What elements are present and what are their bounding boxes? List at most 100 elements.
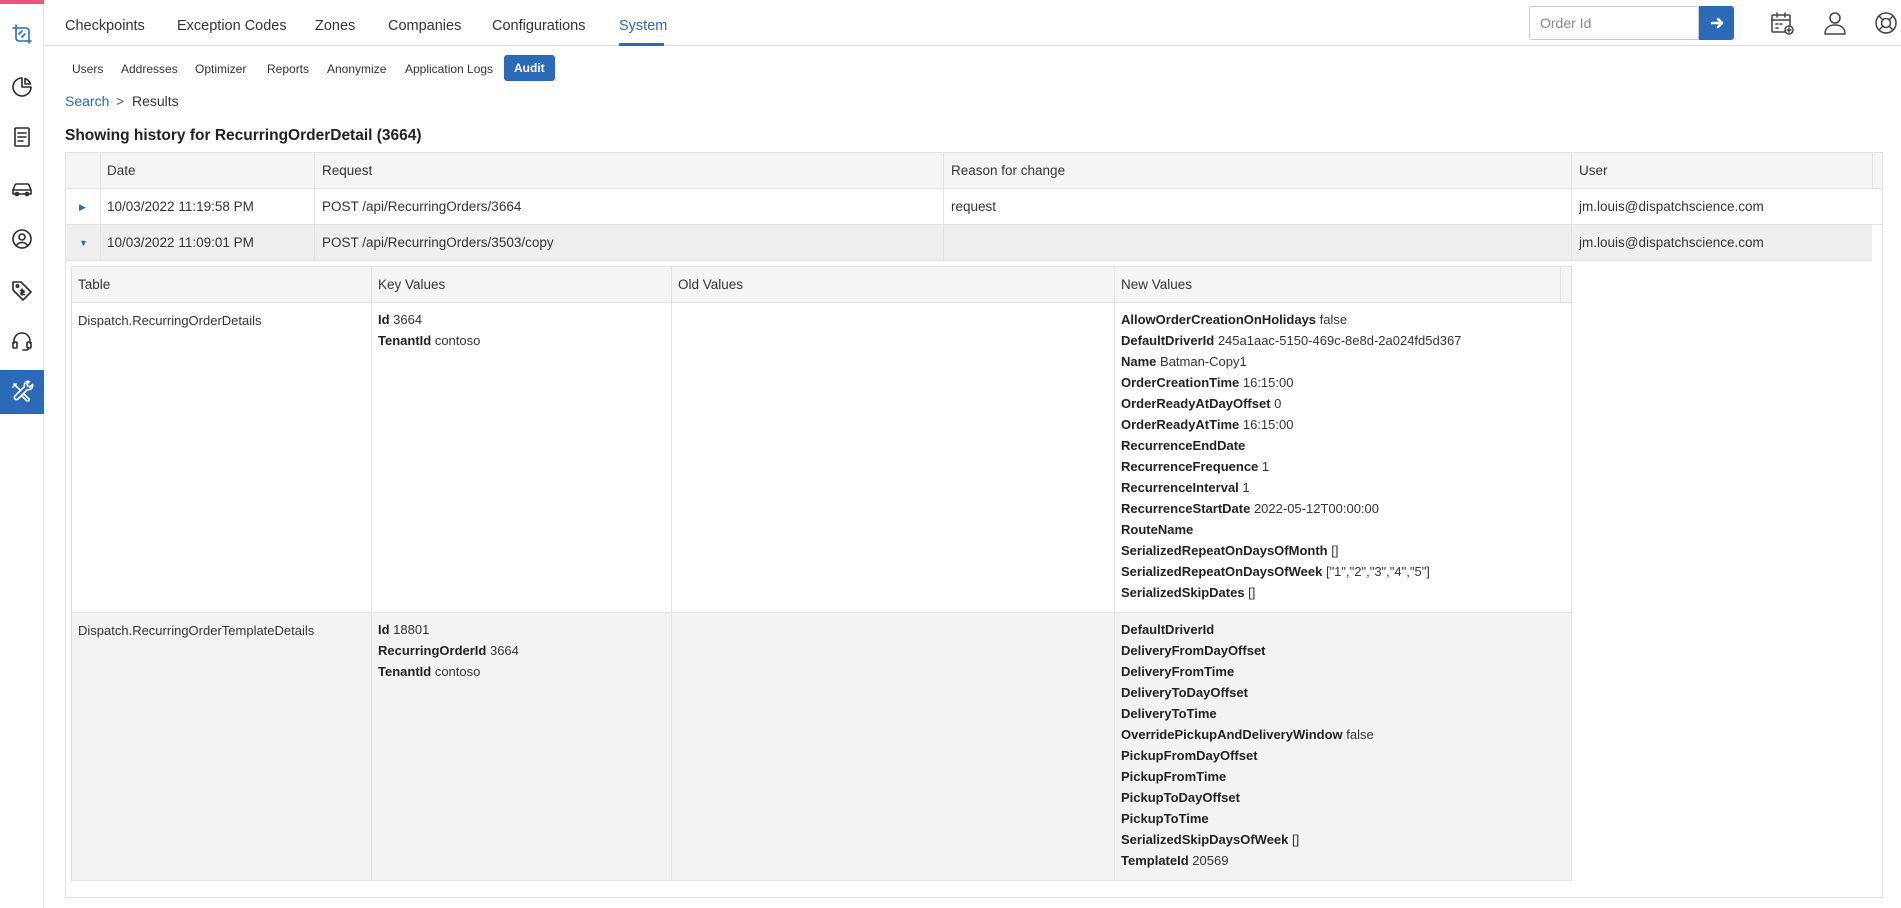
arrow-right-icon — [1710, 17, 1723, 29]
support-headset-icon[interactable] — [0, 319, 44, 363]
customer-account-icon[interactable] — [0, 217, 44, 261]
detail-row: Dispatch.RecurringOrderTemplateDetails I… — [72, 613, 1571, 880]
column-divider — [314, 153, 315, 261]
tab-zones[interactable]: Zones — [315, 18, 355, 34]
col-header-user[interactable]: User — [1579, 163, 1608, 178]
field-name: OverridePickupAndDeliveryWindow — [1121, 727, 1343, 742]
breadcrumb-search-link[interactable]: Search — [65, 93, 109, 109]
field-value-pair: SerializedRepeatOnDaysOfWeek ["1","2","3… — [1121, 561, 1461, 582]
row-reason: request — [951, 199, 997, 214]
system-tools-icon[interactable] — [0, 370, 44, 414]
field-name: RecurrenceEndDate — [1121, 438, 1246, 453]
field-name: DefaultDriverId — [1121, 333, 1215, 348]
field-name: RecurrenceFrequence — [1121, 459, 1259, 474]
vehicle-car-icon[interactable] — [0, 166, 44, 210]
field-value-pair: OrderReadyAtDayOffset 0 — [1121, 393, 1461, 414]
col-header-new-values: New Values — [1121, 277, 1193, 292]
col-header-key-values: Key Values — [378, 277, 446, 292]
field-name: TenantId — [378, 664, 432, 679]
pricing-tag-icon[interactable] — [0, 268, 44, 312]
field-value-pair: TenantId contoso — [378, 661, 519, 682]
field-value-pair: OrderCreationTime 16:15:00 — [1121, 372, 1461, 393]
tab-checkpoints[interactable]: Checkpoints — [65, 18, 145, 34]
order-search-go-button[interactable] — [1699, 6, 1734, 40]
column-divider — [1571, 153, 1572, 261]
col-header-old-values: Old Values — [678, 277, 744, 292]
subtab-addresses[interactable]: Addresses — [121, 62, 178, 76]
field-value-pair: PickupFromTime — [1121, 766, 1374, 787]
col-header-request[interactable]: Request — [322, 163, 372, 178]
left-rail — [0, 0, 44, 908]
tab-companies[interactable]: Companies — [388, 18, 461, 34]
field-value: 16:15:00 — [1239, 417, 1294, 432]
brand-strip — [0, 0, 44, 4]
field-value-pair: PickupToDayOffset — [1121, 787, 1374, 808]
table-row[interactable]: ▶ 10/03/2022 11:19:58 PM POST /api/Recur… — [66, 189, 1882, 225]
field-name: PickupFromDayOffset — [1121, 748, 1258, 763]
field-value: 20569 — [1188, 853, 1229, 868]
field-name: RecurringOrderId — [378, 643, 487, 658]
column-divider — [943, 153, 944, 261]
field-value-pair: RecurrenceStartDate 2022-05-12T00:00:00 — [1121, 498, 1461, 519]
tab-configurations[interactable]: Configurations — [492, 18, 586, 34]
field-name: SerializedSkipDates — [1121, 585, 1245, 600]
dashboard-chart-icon[interactable] — [0, 65, 44, 109]
subtab-reports[interactable]: Reports — [267, 62, 309, 76]
field-name: PickupToTime — [1121, 811, 1209, 826]
field-value: false — [1342, 727, 1374, 742]
field-value-pair: RecurringOrderId 3664 — [378, 640, 519, 661]
field-value-pair: DefaultDriverId — [1121, 619, 1374, 640]
order-id-search-input[interactable] — [1529, 6, 1699, 40]
field-value: Batman-Copy1 — [1156, 354, 1247, 369]
expand-row-caret-icon[interactable]: ▶ — [79, 202, 86, 213]
subtab-audit[interactable]: Audit — [504, 55, 555, 81]
tab-system[interactable]: System — [619, 18, 667, 34]
field-name: DeliveryToTime — [1121, 706, 1217, 721]
subtab-users[interactable]: Users — [72, 62, 103, 76]
field-name: RouteName — [1121, 522, 1194, 537]
field-value-pair: DeliveryFromTime — [1121, 661, 1374, 682]
col-header-date[interactable]: Date — [107, 163, 136, 178]
table-row-expanded[interactable]: ▼ 10/03/2022 11:09:01 PM POST /api/Recur… — [66, 225, 1872, 261]
app-logo-icon[interactable] — [0, 12, 44, 56]
help-lifebuoy-icon[interactable] — [1871, 8, 1901, 38]
detail-table-name: Dispatch.RecurringOrderTemplateDetails — [78, 623, 315, 638]
field-value-pair: SerializedRepeatOnDaysOfMonth [] — [1121, 540, 1461, 561]
field-name: DeliveryFromDayOffset — [1121, 643, 1266, 658]
field-value: ["1","2","3","4","5"] — [1322, 564, 1430, 579]
field-value: contoso — [431, 333, 481, 348]
row-user: jm.louis@dispatchscience.com — [1579, 235, 1764, 250]
field-value: [] — [1244, 585, 1256, 600]
collapse-row-caret-icon[interactable]: ▼ — [79, 238, 88, 248]
field-value-pair: RouteName — [1121, 519, 1461, 540]
field-value: 3664 — [389, 312, 423, 327]
field-value: 18801 — [389, 622, 430, 637]
field-value-pair: DefaultDriverId 245a1aac-5150-469c-8e8d-… — [1121, 330, 1461, 351]
field-value-pair: OverridePickupAndDeliveryWindow false — [1121, 724, 1374, 745]
field-name: SerializedRepeatOnDaysOfWeek — [1121, 564, 1323, 579]
field-name: SerializedRepeatOnDaysOfMonth — [1121, 543, 1328, 558]
field-name: AllowOrderCreationOnHolidays — [1121, 312, 1317, 327]
breadcrumb-separator: > — [116, 93, 125, 109]
column-divider — [671, 267, 672, 880]
breadcrumb-current: Results — [132, 93, 179, 109]
field-value-pair: RecurrenceInterval 1 — [1121, 477, 1461, 498]
subtab-application-logs[interactable]: Application Logs — [405, 62, 493, 76]
field-value: [] — [1288, 832, 1300, 847]
field-value: 1 — [1258, 459, 1270, 474]
field-value-pair: SerializedSkipDates [] — [1121, 582, 1461, 603]
add-schedule-calendar-icon[interactable] — [1767, 8, 1797, 38]
field-value: 0 — [1270, 396, 1282, 411]
user-profile-icon[interactable] — [1820, 8, 1850, 38]
tab-exception-codes[interactable]: Exception Codes — [177, 18, 287, 34]
field-name: DefaultDriverId — [1121, 622, 1215, 637]
field-value: contoso — [431, 664, 481, 679]
orders-list-icon[interactable] — [0, 115, 44, 159]
row-request: POST /api/RecurringOrders/3503/copy — [322, 235, 554, 250]
field-value: 3664 — [486, 643, 519, 658]
key-values-list: Id 3664 TenantId contoso — [378, 309, 480, 351]
col-header-reason[interactable]: Reason for change — [951, 163, 1065, 178]
subtab-optimizer[interactable]: Optimizer — [195, 62, 246, 76]
subtab-anonymize[interactable]: Anonymize — [327, 62, 386, 76]
column-divider — [1560, 267, 1561, 303]
